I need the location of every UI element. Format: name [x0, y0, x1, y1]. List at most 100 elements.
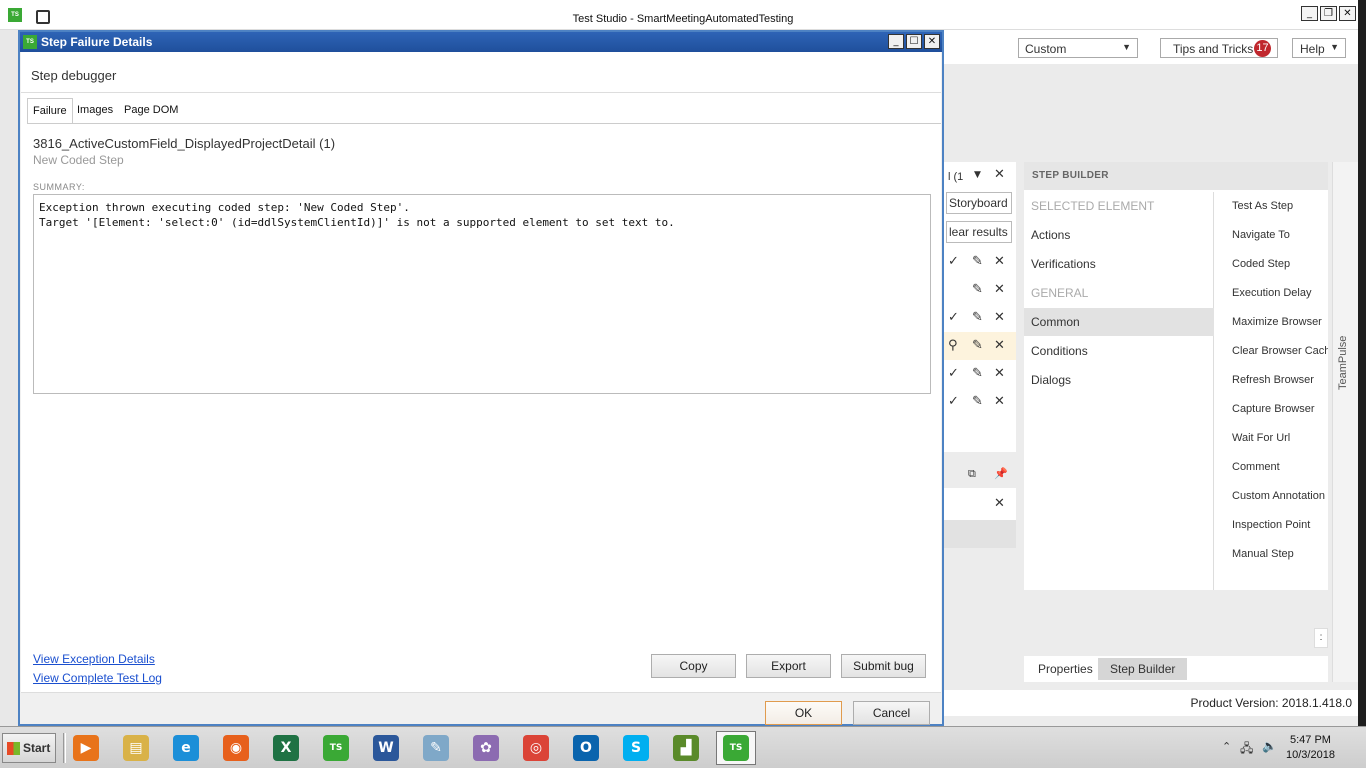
- main-window-left-pane: [0, 30, 18, 726]
- action-maximize-browser[interactable]: Maximize Browser: [1232, 308, 1328, 336]
- skype-taskbar-button[interactable]: S: [616, 731, 656, 765]
- delete-icon[interactable]: ✕: [994, 282, 1005, 297]
- action-inspection-point[interactable]: Inspection Point: [1232, 511, 1328, 539]
- action-wait-for-url[interactable]: Wait For Url: [1232, 424, 1328, 452]
- clear-results-button[interactable]: lear results: [946, 221, 1012, 243]
- minimize-button[interactable]: _: [1301, 6, 1318, 21]
- category-verifications[interactable]: Verifications: [1024, 250, 1214, 278]
- test-tab-fragment[interactable]: l (1: [948, 171, 963, 183]
- divider: [21, 92, 941, 93]
- step-row-failed[interactable]: ⚲ ✎ ✕: [944, 332, 1016, 360]
- action-execution-delay[interactable]: Execution Delay: [1232, 279, 1328, 307]
- delete-icon[interactable]: ✕: [994, 310, 1005, 325]
- storyboard-button[interactable]: Storyboard: [946, 192, 1012, 214]
- pencil-icon[interactable]: ✎: [972, 366, 983, 381]
- test-studio-active-taskbar-button[interactable]: TS: [716, 731, 756, 765]
- step-row[interactable]: ✓ ✎ ✕: [944, 248, 1016, 276]
- tab-page-dom[interactable]: Page DOM: [119, 98, 183, 124]
- pencil-icon[interactable]: ✎: [972, 282, 983, 297]
- tab-failure[interactable]: Failure: [27, 98, 73, 124]
- delete-icon[interactable]: ✕: [994, 366, 1005, 381]
- summary-label: SUMMARY:: [33, 182, 85, 192]
- chevron-down-icon[interactable]: ▼: [974, 170, 981, 180]
- start-button[interactable]: Start: [2, 733, 56, 763]
- media-player-taskbar-button[interactable]: ▶: [66, 731, 106, 765]
- maximize-button[interactable]: ☐: [906, 34, 922, 49]
- dialog-heading: Step debugger: [31, 68, 117, 83]
- action-comment[interactable]: Comment: [1232, 453, 1328, 481]
- action-refresh-browser[interactable]: Refresh Browser: [1232, 366, 1328, 394]
- tab-properties[interactable]: Properties: [1026, 658, 1105, 680]
- step-row[interactable]: ✓ ✎ ✕: [944, 304, 1016, 332]
- view-select-dropdown[interactable]: Custom ▼: [1018, 38, 1138, 58]
- close-icon[interactable]: ✕: [994, 167, 1005, 182]
- pencil-icon[interactable]: ✎: [972, 254, 983, 269]
- copy-button[interactable]: Copy: [651, 654, 736, 678]
- show-hidden-icons-icon[interactable]: ⌃: [1222, 740, 1231, 753]
- action-capture-browser[interactable]: Capture Browser: [1232, 395, 1328, 423]
- action-navigate-to[interactable]: Navigate To: [1232, 221, 1328, 249]
- step-row[interactable]: ✎ ✕: [944, 276, 1016, 304]
- close-button[interactable]: ✕: [1339, 6, 1356, 21]
- view-complete-test-log-link[interactable]: View Complete Test Log: [33, 671, 162, 685]
- word-taskbar-button[interactable]: W: [366, 731, 406, 765]
- category-actions[interactable]: Actions: [1024, 221, 1214, 249]
- delete-icon[interactable]: ✕: [994, 394, 1005, 409]
- action-custom-annotation[interactable]: Custom Annotation: [1232, 482, 1328, 510]
- volume-icon[interactable]: 🔈: [1262, 739, 1277, 753]
- search-icon[interactable]: ⚲: [948, 338, 958, 353]
- delete-icon[interactable]: ✕: [994, 254, 1005, 269]
- cancel-button[interactable]: Cancel: [853, 701, 930, 725]
- chevron-down-icon: ▼: [1122, 42, 1131, 52]
- close-button[interactable]: ✕: [924, 34, 940, 49]
- step-row[interactable]: ✓ ✎ ✕: [944, 360, 1016, 388]
- float-window-icon[interactable]: ⧉: [968, 467, 976, 481]
- pin-icon[interactable]: 📌: [994, 467, 1008, 480]
- category-conditions[interactable]: Conditions: [1024, 337, 1214, 365]
- file-explorer-taskbar-button[interactable]: ▤: [116, 731, 156, 765]
- tab-step-builder[interactable]: Step Builder: [1098, 658, 1188, 680]
- category-common[interactable]: Common: [1024, 308, 1214, 336]
- chrome-taskbar-button[interactable]: ◎: [516, 731, 556, 765]
- clock[interactable]: 5:47 PM 10/3/2018: [1286, 733, 1335, 763]
- view-select-value: Custom: [1025, 42, 1067, 56]
- export-button[interactable]: Export: [746, 654, 831, 678]
- test-studio-taskbar-button[interactable]: TS: [316, 731, 356, 765]
- category-dialogs[interactable]: Dialogs: [1024, 366, 1214, 394]
- notepad-icon: ✎: [423, 735, 449, 761]
- main-titlebar: TS Test Studio - SmartMeetingAutomatedTe…: [0, 0, 1366, 30]
- network-icon[interactable]: 🖧: [1240, 739, 1253, 760]
- excel-taskbar-button[interactable]: X: [266, 731, 306, 765]
- paint-taskbar-button[interactable]: ✿: [466, 731, 506, 765]
- delete-icon[interactable]: ✕: [994, 338, 1005, 353]
- teampulse-sidebar[interactable]: TeamPulse: [1332, 162, 1358, 682]
- status-bar: Product Version: 2018.1.418.0: [944, 690, 1358, 716]
- view-exception-details-link[interactable]: View Exception Details: [33, 652, 155, 666]
- minimize-button[interactable]: _: [888, 34, 904, 49]
- notepad-taskbar-button[interactable]: ✎: [416, 731, 456, 765]
- internet-explorer-taskbar-button[interactable]: e: [166, 731, 206, 765]
- tips-and-tricks-button[interactable]: Tips and Tricks 17: [1160, 38, 1278, 58]
- outlook-taskbar-button[interactable]: O: [566, 731, 606, 765]
- chart-app-taskbar-button[interactable]: ▟: [666, 731, 706, 765]
- submit-bug-button[interactable]: Submit bug: [841, 654, 926, 678]
- pencil-icon[interactable]: ✎: [972, 310, 983, 325]
- dialog-titlebar[interactable]: TS Step Failure Details _ ☐ ✕: [20, 32, 942, 52]
- close-icon[interactable]: ✕: [994, 496, 1005, 511]
- help-dropdown[interactable]: Help ▼: [1292, 38, 1346, 58]
- summary-textbox[interactable]: Exception thrown executing coded step: '…: [33, 194, 931, 394]
- restore-button[interactable]: ❐: [1320, 6, 1337, 21]
- pencil-icon[interactable]: ✎: [972, 394, 983, 409]
- test-name: 3816_ActiveCustomField_DisplayedProjectD…: [33, 136, 336, 151]
- ok-button[interactable]: OK: [765, 701, 842, 725]
- pencil-icon[interactable]: ✎: [972, 338, 983, 353]
- scroll-more-button[interactable]: :: [1314, 628, 1328, 648]
- action-coded-step[interactable]: Coded Step: [1232, 250, 1328, 278]
- action-manual-step[interactable]: Manual Step: [1232, 540, 1328, 568]
- step-row[interactable]: ✓ ✎ ✕: [944, 388, 1016, 416]
- selected-row[interactable]: [944, 520, 1016, 548]
- action-clear-browser-cache[interactable]: Clear Browser Cach: [1232, 337, 1328, 365]
- firefox-taskbar-button[interactable]: ◉: [216, 731, 256, 765]
- tab-images[interactable]: Images: [72, 98, 118, 124]
- action-test-as-step[interactable]: Test As Step: [1232, 192, 1328, 220]
